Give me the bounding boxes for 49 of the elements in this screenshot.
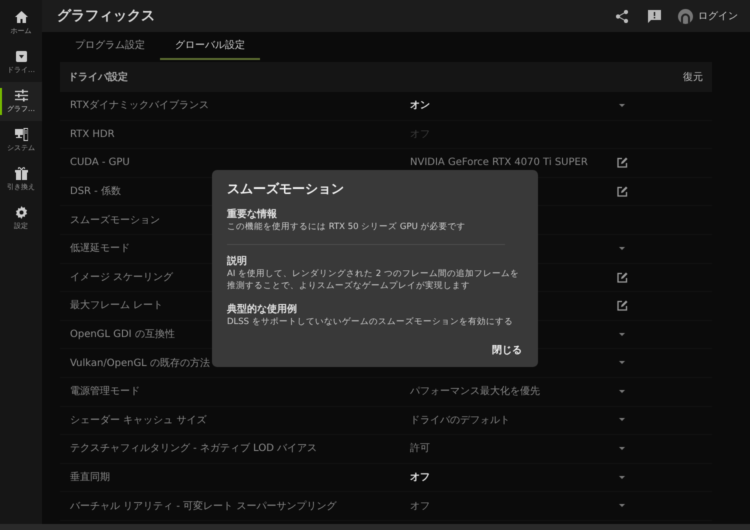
sliders-icon (14, 89, 28, 102)
setting-label: 最大フレーム レート (70, 298, 164, 314)
tab[interactable]: プログラム設定 (60, 32, 160, 60)
edit-icon[interactable] (616, 186, 628, 198)
setting-label: スムーズモーション (70, 214, 160, 228)
avatar-icon[interactable] (678, 8, 693, 24)
setting-value: パフォーマンス最大化を優先 (410, 384, 540, 400)
setting-label: テクスチャフィルタリング - ネガティブ LOD バイアス (70, 442, 318, 456)
section-text: AI を使用して、レンダリングされた 2 つのフレーム間の追加フレームを推測することで、よりスムーズなゲームプレイが実現します (227, 268, 520, 292)
share-icon[interactable] (616, 10, 628, 22)
monitor-icon (14, 128, 28, 141)
section-heading: 重要な情報 (227, 208, 278, 220)
setting-label: シェーダー キャッシュ サイズ (70, 414, 206, 428)
setting-label: イメージ スケーリング (70, 270, 174, 285)
download-box-icon (14, 50, 28, 63)
edit-icon[interactable] (616, 271, 628, 284)
setting-value: オフ (410, 471, 430, 486)
section-heading: 典型的な使用例 (227, 302, 298, 316)
feedback-icon[interactable] (648, 10, 661, 22)
setting-value: オン (410, 99, 430, 114)
setting-label: DSR - 係数 (70, 185, 121, 200)
setting-label: バーチャル リアリティ - 可変レート スーパーサンプリング (70, 500, 336, 514)
dialog-title: スムーズモーション (227, 181, 345, 199)
setting-label: CUDA - GPU (70, 156, 130, 170)
restore-button[interactable]: 復元 (683, 70, 703, 84)
page-title: グラフィックス (57, 6, 155, 26)
setting-value: 許可 (410, 442, 430, 456)
section-text: この機能を使用するには RTX 50 シリーズ GPU が必要です (227, 220, 467, 232)
edit-icon[interactable] (616, 156, 628, 169)
close-button[interactable]: 閉じる (491, 343, 523, 358)
edit-icon[interactable] (616, 300, 628, 312)
home-icon (14, 11, 28, 24)
settings-icon (14, 206, 28, 219)
section-heading: 説明 (227, 254, 248, 268)
setting-label: Vulkan/OpenGL の既存の方法 (70, 356, 210, 371)
setting-label: 垂直同期 (70, 470, 110, 486)
setting-value: NVIDIA GeForce RTX 4070 Ti SUPER (410, 156, 588, 170)
login-link[interactable]: ログイン (698, 8, 738, 24)
setting-value: ドライバのデフォルト (410, 414, 510, 428)
tab[interactable]: グローバル設定 (160, 32, 260, 60)
gift-icon (14, 167, 28, 180)
section-title: ドライバ設定 (68, 70, 128, 84)
section-text: DLSS をサポートしていないゲームのスムーズモーションを有効にする (227, 316, 514, 328)
setting-label: 電源管理モード (70, 385, 140, 400)
setting-label: OpenGL GDI の互換性 (70, 328, 175, 342)
setting-label: 低遅延モード (70, 242, 130, 256)
setting-label: RTX HDR (70, 128, 115, 142)
setting-label: RTXダイナミックバイブランス (70, 98, 210, 114)
setting-value: オフ (410, 500, 430, 514)
